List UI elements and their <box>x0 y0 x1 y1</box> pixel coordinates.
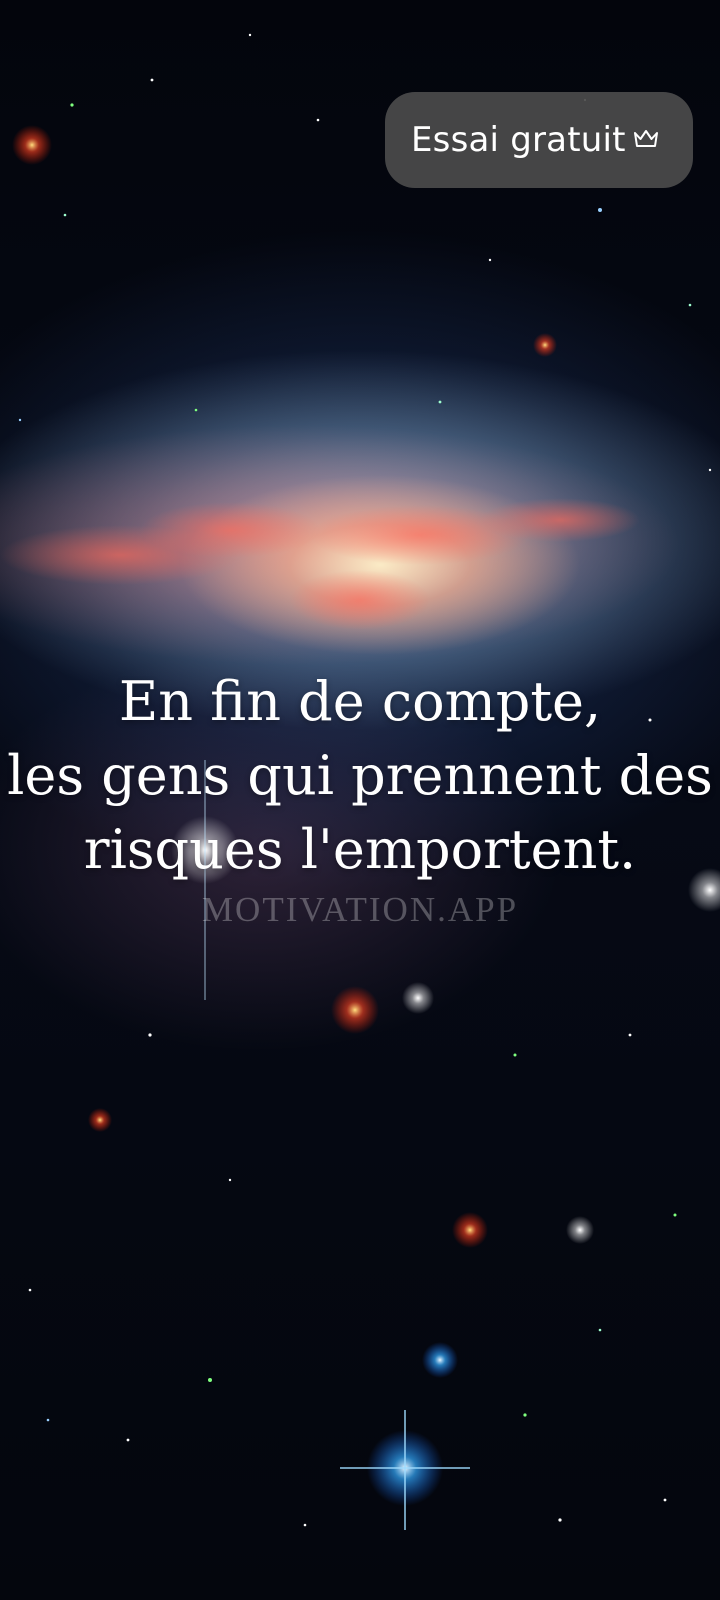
crown-icon <box>634 130 658 147</box>
quote-line: risques l'emportent. <box>83 818 637 881</box>
app-watermark: MOTIVATION.APP <box>201 890 519 929</box>
quote-line: En fin de compte, <box>118 670 602 733</box>
quote-text: En fin de compte, les gens qui prennent … <box>0 665 720 887</box>
quote-line: les gens qui prennent des <box>7 744 713 807</box>
free-trial-button[interactable]: Essai gratuit <box>385 92 693 188</box>
free-trial-label: Essai gratuit <box>411 120 626 160</box>
motivation-screen[interactable]: Essai gratuit En fin de compte, les gens… <box>0 0 720 1600</box>
